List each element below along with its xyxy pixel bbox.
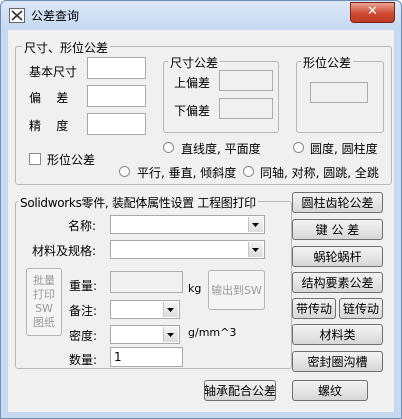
basic-size-label: 基本尺寸 xyxy=(29,65,78,79)
radio-parallelism[interactable] xyxy=(119,166,130,177)
materials-button[interactable]: 材料类 xyxy=(292,324,383,345)
batch-print-button[interactable]: 批量打印SW图纸 xyxy=(26,268,62,336)
size-tolerance-legend: 尺寸公差 xyxy=(168,54,221,71)
worm-gear-button[interactable]: 蜗轮蜗杆 xyxy=(292,246,383,267)
thread-button[interactable]: 螺纹 xyxy=(292,380,368,401)
app-window: 公差查询 ✕ 尺寸、形位公差 基本尺寸 偏 差 精 度 尺寸公差 上偏差 下偏差… xyxy=(0,0,402,419)
form-tolerance-checkbox[interactable] xyxy=(29,153,41,165)
upper-deviation-field xyxy=(219,70,273,91)
form-tolerance-group: 形位公差 xyxy=(296,54,384,133)
radio-parallelism-label: 平行, 垂直, 倾斜度 xyxy=(137,166,237,180)
note-combo-arrow[interactable] xyxy=(163,302,178,317)
density-combo-arrow[interactable] xyxy=(163,327,178,342)
lower-deviation-field xyxy=(219,98,273,119)
close-icon: ✕ xyxy=(367,4,378,19)
properties-group-legend: Solidworks零件, 装配体属性设置 工程图打印 xyxy=(18,194,258,211)
window-title: 公差查询 xyxy=(31,9,80,23)
chain-drive-button[interactable]: 链传动 xyxy=(339,298,383,319)
deviation-input[interactable] xyxy=(87,85,146,107)
material-label: 材料及规格: xyxy=(32,244,97,258)
structural-element-tolerance-button[interactable]: 结构要素公差 xyxy=(292,272,383,293)
tolerance-group: 尺寸、形位公差 基本尺寸 偏 差 精 度 尺寸公差 上偏差 下偏差 形位公差 形… xyxy=(15,39,392,185)
radio-roundness-label: 圆度, 圆柱度 xyxy=(310,142,378,156)
density-label: 密度: xyxy=(69,329,98,343)
note-combo[interactable] xyxy=(110,300,180,319)
bearing-fit-tolerance-button[interactable]: 轴承配合公差 xyxy=(204,380,276,401)
basic-size-input[interactable] xyxy=(87,57,146,79)
radio-roundness[interactable] xyxy=(293,142,304,153)
chevron-down-icon xyxy=(252,247,259,252)
weight-unit: kg xyxy=(188,282,202,295)
form-tolerance-legend: 形位公差 xyxy=(301,54,354,71)
weight-label: 重量: xyxy=(69,279,98,293)
radio-straightness[interactable] xyxy=(163,142,174,153)
note-label: 备注: xyxy=(69,304,98,318)
name-combo-arrow[interactable] xyxy=(248,217,263,232)
density-unit: g/mm^3 xyxy=(188,326,237,339)
name-label: 名称: xyxy=(68,219,97,233)
radio-coaxiality[interactable] xyxy=(243,166,254,177)
seal-groove-button[interactable]: 密封圈沟槽 xyxy=(292,351,383,372)
precision-label: 精 度 xyxy=(29,119,69,133)
weight-field xyxy=(110,271,183,293)
chevron-down-icon xyxy=(252,222,259,227)
size-tolerance-group: 尺寸公差 上偏差 下偏差 xyxy=(163,54,279,133)
form-tolerance-checkbox-label: 形位公差 xyxy=(47,153,96,167)
density-combo[interactable] xyxy=(110,325,180,344)
key-tolerance-button[interactable]: 键 公 差 xyxy=(292,219,383,240)
material-combo-arrow[interactable] xyxy=(248,242,263,257)
title-bar: 公差查询 ✕ xyxy=(1,1,401,29)
name-combo[interactable] xyxy=(110,215,265,234)
tolerance-group-legend: 尺寸、形位公差 xyxy=(22,39,111,56)
radio-straightness-label: 直线度, 平面度 xyxy=(181,142,261,156)
close-button[interactable]: ✕ xyxy=(350,2,395,23)
lower-deviation-label: 下偏差 xyxy=(174,104,211,118)
chevron-down-icon xyxy=(167,307,174,312)
radio-coaxiality-label: 同轴, 对称, 圆跳, 全跳 xyxy=(260,166,379,180)
output-to-sw-button[interactable]: 输出到SW xyxy=(208,270,265,310)
material-combo[interactable] xyxy=(110,240,265,259)
form-tolerance-field xyxy=(310,82,368,103)
properties-group: Solidworks零件, 装配体属性设置 工程图打印 名称: 材料及规格: 批… xyxy=(15,194,292,369)
quantity-input[interactable]: 1 xyxy=(110,347,183,367)
chevron-down-icon xyxy=(167,332,174,337)
deviation-label: 偏 差 xyxy=(29,91,69,105)
app-icon xyxy=(9,8,25,23)
belt-drive-button[interactable]: 带传动 xyxy=(292,298,336,319)
client-area: 尺寸、形位公差 基本尺寸 偏 差 精 度 尺寸公差 上偏差 下偏差 形位公差 形… xyxy=(8,30,394,412)
cylindrical-gear-tolerance-button[interactable]: 圆柱齿轮公差 xyxy=(292,192,383,213)
upper-deviation-label: 上偏差 xyxy=(174,76,211,90)
precision-input[interactable] xyxy=(87,113,146,135)
quantity-label: 数量: xyxy=(69,353,98,367)
